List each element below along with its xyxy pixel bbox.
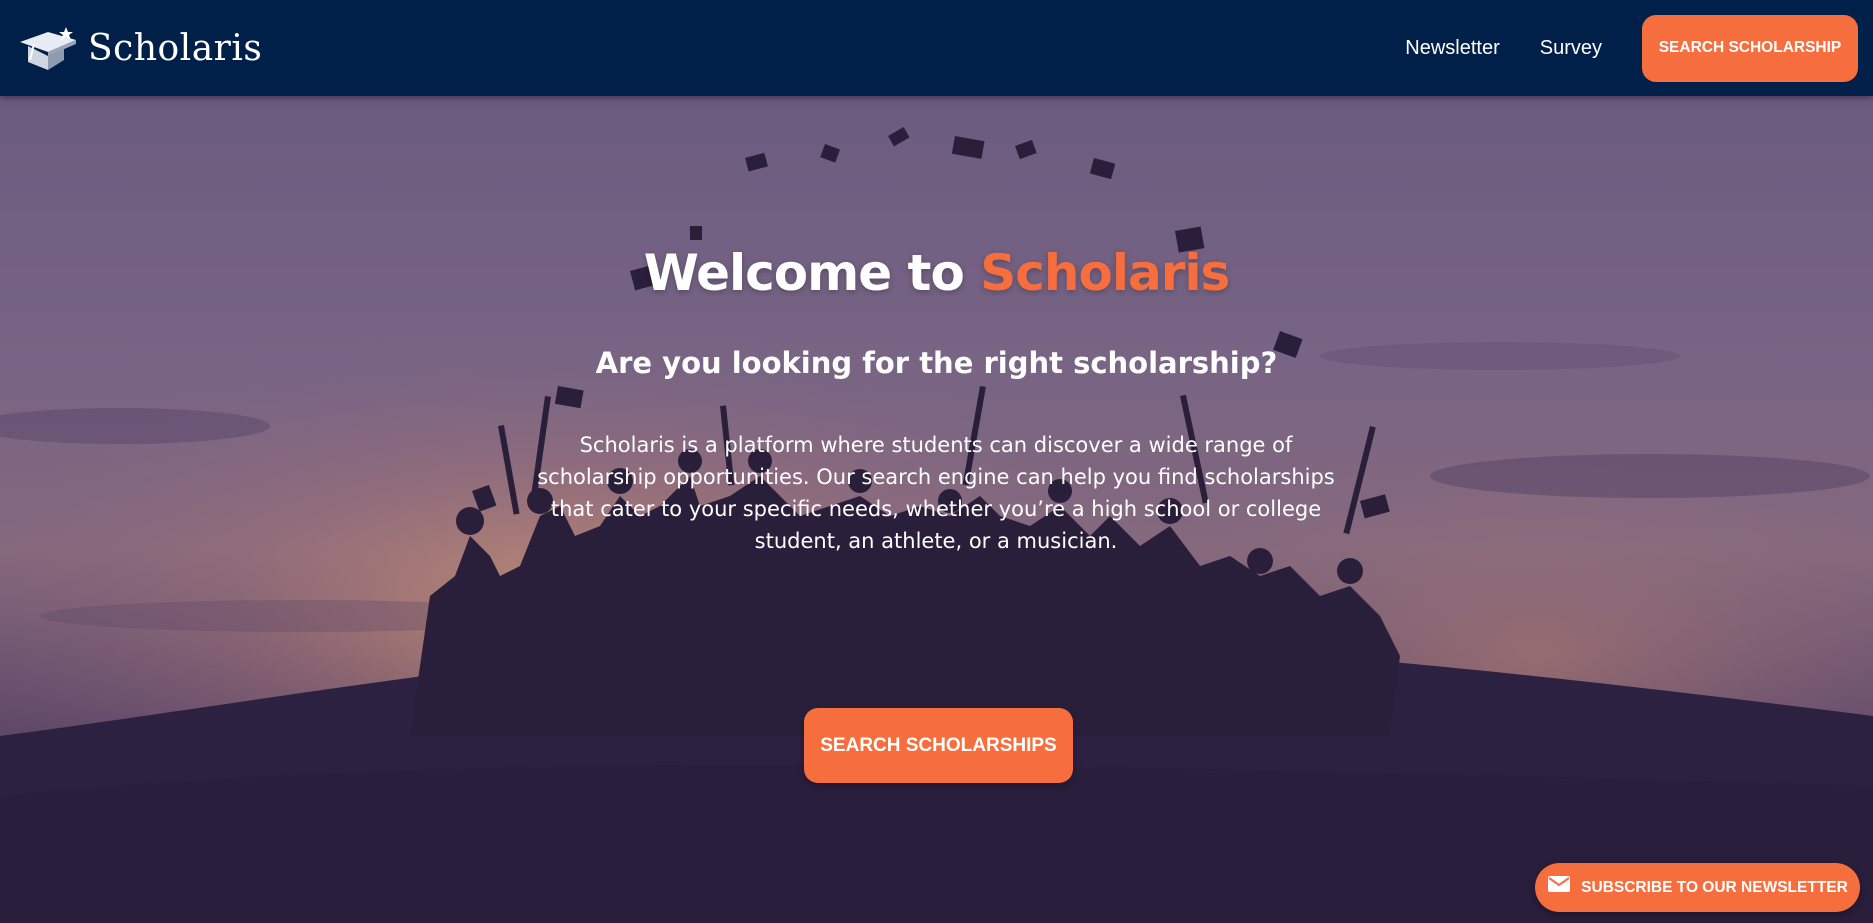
search-scholarships-button[interactable]: SEARCH SCHOLARSHIPS (804, 708, 1073, 783)
nav-newsletter-link[interactable]: Newsletter (1405, 37, 1499, 60)
hero-title-accent: Scholaris (980, 244, 1230, 302)
brand-name: Scholaris (88, 27, 263, 69)
hero-title: Welcome to Scholaris (0, 244, 1873, 302)
top-navbar: Scholaris Newsletter Survey SEARCH SCHOL… (0, 0, 1873, 96)
hero-section: Welcome to Scholaris Are you looking for… (0, 96, 1873, 923)
search-scholarship-button[interactable]: SEARCH SCHOLARSHIP (1642, 14, 1858, 82)
graduation-cap-logo-icon (20, 27, 76, 70)
nav-survey-link[interactable]: Survey (1540, 37, 1602, 60)
hero-title-prefix: Welcome to (643, 244, 981, 302)
subscribe-newsletter-label: SUBSCRIBE TO OUR NEWSLETTER (1581, 878, 1848, 896)
subscribe-newsletter-button[interactable]: SUBSCRIBE TO OUR NEWSLETTER (1535, 863, 1860, 912)
brand-home-link[interactable]: Scholaris (18, 26, 262, 70)
nav-links: Newsletter Survey SEARCH SCHOLARSHIP (1405, 0, 1858, 96)
mail-icon (1548, 875, 1571, 892)
hero-subtitle: Are you looking for the right scholarshi… (595, 346, 1278, 380)
hero-description: Scholaris is a platform where students c… (537, 433, 1335, 553)
